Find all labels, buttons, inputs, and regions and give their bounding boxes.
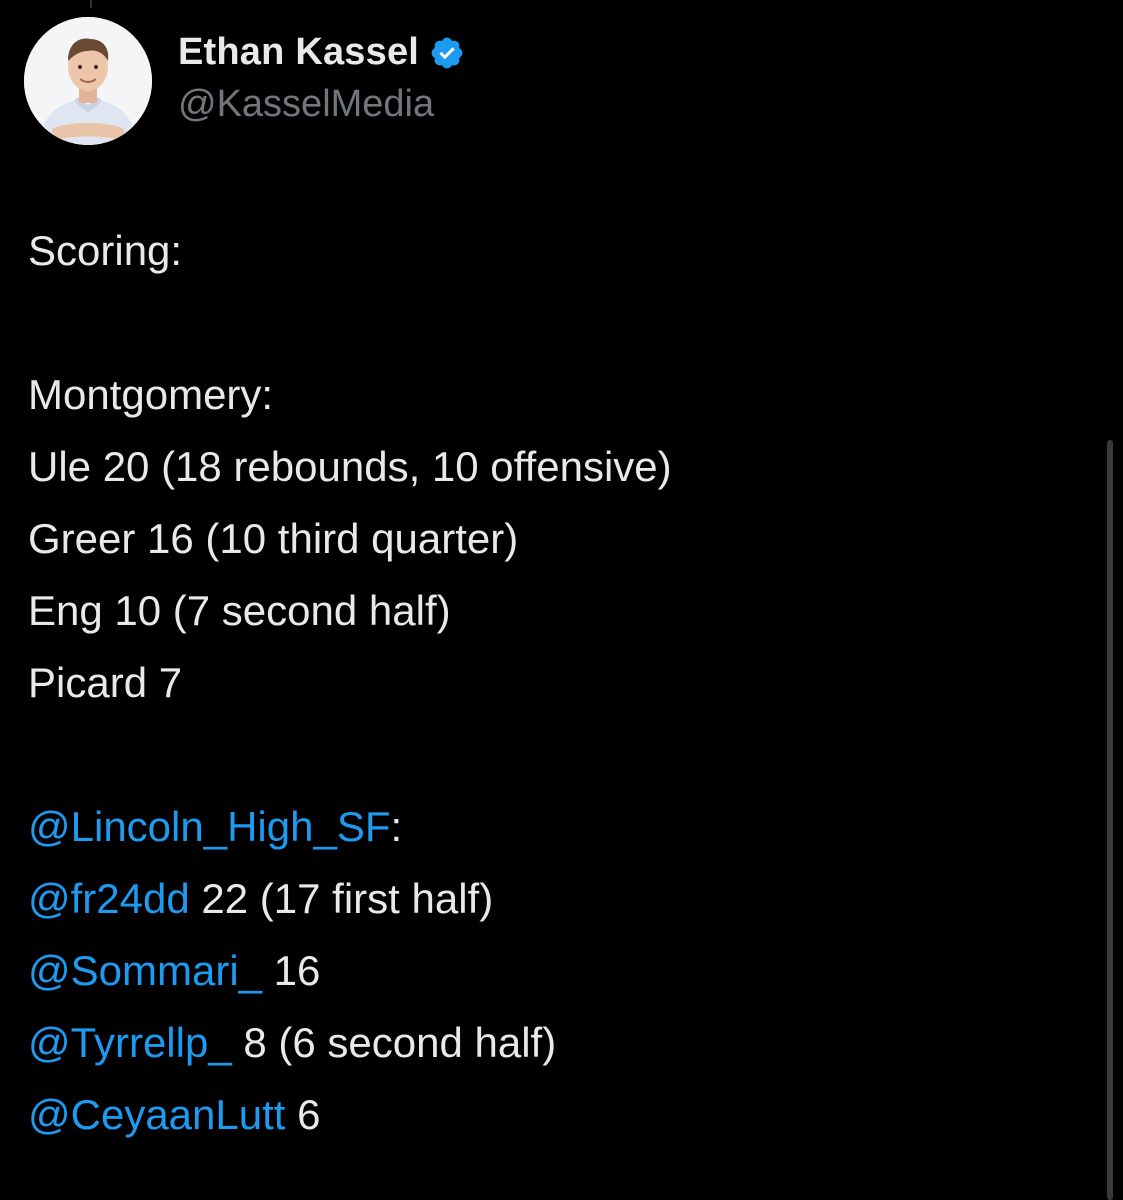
author-handle[interactable]: @KasselMedia xyxy=(178,83,465,126)
scoring-label: Scoring: xyxy=(28,227,183,274)
team2-player-line: @Tyrrellp_ 8 (6 second half) xyxy=(28,1007,1088,1079)
player-mention-link[interactable]: @Tyrrellp_ xyxy=(28,1019,232,1066)
team2-name-line: @Lincoln_High_SF: xyxy=(28,791,1088,863)
player-mention-link[interactable]: @fr24dd xyxy=(28,875,190,922)
team2-player-line: @fr24dd 22 (17 first half) xyxy=(28,863,1088,935)
profile-photo-avatar-icon xyxy=(24,17,152,145)
author-avatar[interactable] xyxy=(24,17,152,145)
team1-player-line: Picard 7 xyxy=(28,659,183,706)
vertical-scrollbar[interactable] xyxy=(1107,440,1113,1200)
author-name-block: Ethan Kassel @KasselMedia xyxy=(178,27,465,126)
player-stat-text: 8 (6 second half) xyxy=(231,1019,557,1066)
team1-player-line: Eng 10 (7 second half) xyxy=(28,587,451,634)
tweet-author-header: Ethan Kassel @KasselMedia xyxy=(24,16,465,146)
author-display-name[interactable]: Ethan Kassel xyxy=(178,31,419,74)
player-stat-text: 6 xyxy=(285,1091,321,1138)
player-mention-link[interactable]: @Sommari_ xyxy=(28,947,262,994)
player-stat-text: 16 xyxy=(262,947,321,994)
verified-badge-icon[interactable] xyxy=(429,35,465,71)
tweet-text: Scoring: Montgomery: Ule 20 (18 rebounds… xyxy=(28,215,1088,1151)
team2-suffix: : xyxy=(390,803,403,850)
team1-player-line: Greer 16 (10 third quarter) xyxy=(28,515,519,562)
player-mention-link[interactable]: @CeyaanLutt xyxy=(28,1091,285,1138)
display-name-row: Ethan Kassel xyxy=(178,27,465,79)
thread-connector-line xyxy=(90,0,92,8)
team1-player-line: Ule 20 (18 rebounds, 10 offensive) xyxy=(28,443,672,490)
team1-name: Montgomery: xyxy=(28,371,274,418)
tweet-detail-page: Ethan Kassel @KasselMedia Scoring: Montg… xyxy=(0,0,1123,1200)
team2-player-line: @CeyaanLutt 6 xyxy=(28,1079,1088,1151)
team2-mention-link[interactable]: @Lincoln_High_SF xyxy=(28,803,391,850)
team2-player-line: @Sommari_ 16 xyxy=(28,935,1088,1007)
scrollbar-thumb[interactable] xyxy=(1107,440,1113,1200)
player-stat-text: 22 (17 first half) xyxy=(189,875,494,922)
